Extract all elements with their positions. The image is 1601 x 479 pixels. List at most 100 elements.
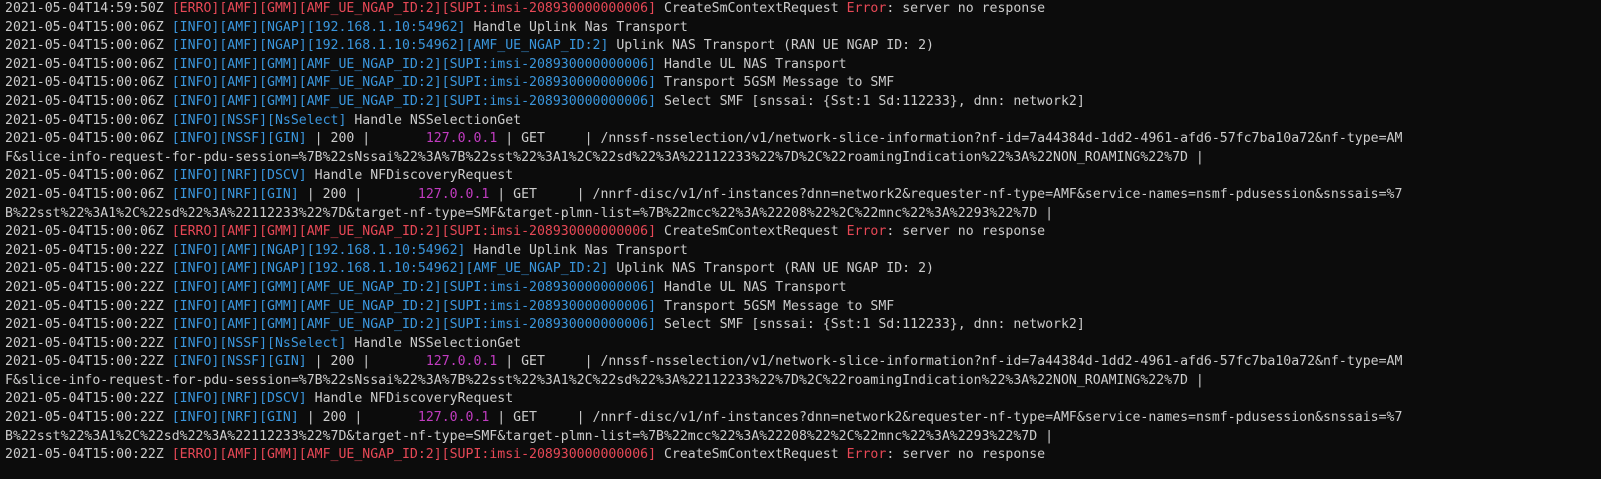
log-timestamp: 2021-05-04T15:00:22Z (5, 298, 172, 314)
log-line: 2021-05-04T15:00:06Z [INFO][AMF][GMM][AM… (5, 93, 1601, 112)
log-tag: [INFO][AMF][NGAP][192.168.1.10:54962] (171, 242, 466, 258)
log-ip-address: 127.0.0.1 (425, 354, 498, 370)
log-timestamp: 2021-05-04T15:00:22Z (5, 335, 172, 351)
log-line: 2021-05-04T15:00:22Z [INFO][NSSF][NsSele… (5, 335, 1601, 354)
log-message: | GET | /nnssf-nsselection/v1/network-sl… (497, 354, 1403, 370)
log-timestamp: 2021-05-04T15:00:06Z (5, 131, 172, 147)
log-timestamp: 2021-05-04T15:00:22Z (5, 447, 172, 463)
log-timestamp: 2021-05-04T15:00:06Z (5, 93, 172, 109)
log-message: Handle NSSelectionGet (346, 112, 522, 128)
log-message: B%22sst%22%3A1%2C%22sd%22%3A%22112233%22… (5, 428, 1054, 444)
log-timestamp: 2021-05-04T15:00:22Z (5, 391, 172, 407)
log-line: B%22sst%22%3A1%2C%22sd%22%3A%22112233%22… (5, 205, 1601, 224)
log-line: 2021-05-04T15:00:22Z [INFO][NRF][GIN] | … (5, 409, 1601, 428)
log-ip-address: 127.0.0.1 (425, 131, 498, 147)
log-message: B%22sst%22%3A1%2C%22sd%22%3A%22112233%22… (5, 205, 1054, 221)
terminal-output[interactable]: 2021-05-04T14:59:50Z [ERRO][AMF][GMM][AM… (0, 0, 1601, 479)
log-message: Handle NSSelectionGet (346, 335, 522, 351)
log-message: | GET | /nnssf-nsselection/v1/network-sl… (497, 131, 1403, 147)
log-line: 2021-05-04T15:00:06Z [INFO][NSSF][NsSele… (5, 112, 1601, 131)
log-timestamp: 2021-05-04T15:00:06Z (5, 75, 172, 91)
log-tag: [INFO][NRF][DSCV] (171, 168, 307, 184)
log-tag: [INFO][AMF][GMM][AMF_UE_NGAP_ID:2][SUPI:… (171, 75, 657, 91)
log-ip-address: 127.0.0.1 (417, 410, 490, 426)
log-tag: [INFO][AMF][GMM][AMF_UE_NGAP_ID:2][SUPI:… (171, 279, 657, 295)
log-timestamp: 2021-05-04T15:00:06Z (5, 19, 172, 35)
log-line: 2021-05-04T15:00:06Z [INFO][NSSF][GIN] |… (5, 130, 1601, 149)
log-message: Handle NFDiscoveryRequest (306, 391, 514, 407)
log-line: F&slice-info-request-for-pdu-session=%7B… (5, 149, 1601, 168)
log-line: 2021-05-04T15:00:22Z [ERRO][AMF][GMM][AM… (5, 446, 1601, 465)
log-tag: [INFO][NSSF][NsSelect] (171, 112, 347, 128)
log-timestamp: 2021-05-04T15:00:06Z (5, 168, 172, 184)
log-message: Handle UL NAS Transport (656, 56, 847, 72)
log-line: 2021-05-04T15:00:06Z [ERRO][AMF][GMM][AM… (5, 223, 1601, 242)
log-line: 2021-05-04T15:00:06Z [INFO][NRF][DSCV] H… (5, 167, 1601, 186)
log-message: | GET | /nnrf-disc/v1/nf-instances?dnn=n… (489, 410, 1403, 426)
log-tag: [INFO][NRF][GIN] (171, 186, 299, 202)
log-line: F&slice-info-request-for-pdu-session=%7B… (5, 372, 1601, 391)
log-message: CreateSmContextRequest (656, 224, 847, 240)
log-message: | 200 | (306, 354, 426, 370)
log-tag: [INFO][AMF][GMM][AMF_UE_NGAP_ID:2][SUPI:… (171, 93, 657, 109)
log-message: Uplink NAS Transport (RAN UE NGAP ID: 2) (608, 261, 934, 277)
log-timestamp: 2021-05-04T15:00:06Z (5, 112, 172, 128)
log-error: [ERRO][AMF][GMM][AMF_UE_NGAP_ID:2][SUPI:… (171, 447, 657, 463)
log-timestamp: 2021-05-04T15:00:22Z (5, 354, 172, 370)
log-ip-address: 127.0.0.1 (417, 186, 490, 202)
log-message: Handle Uplink Nas Transport (465, 19, 688, 35)
log-tag: [INFO][AMF][NGAP][192.168.1.10:54962] (171, 19, 466, 35)
log-line: 2021-05-04T15:00:06Z [INFO][AMF][GMM][AM… (5, 74, 1601, 93)
log-message: Transport 5GSM Message to SMF (656, 298, 895, 314)
log-message: Handle Uplink Nas Transport (465, 242, 688, 258)
log-line: B%22sst%22%3A1%2C%22sd%22%3A%22112233%22… (5, 428, 1601, 447)
log-error: [ERRO][AMF][GMM][AMF_UE_NGAP_ID:2][SUPI:… (171, 1, 657, 16)
log-line: 2021-05-04T14:59:50Z [ERRO][AMF][GMM][AM… (5, 0, 1601, 19)
log-line: 2021-05-04T15:00:22Z [INFO][AMF][NGAP][1… (5, 260, 1601, 279)
log-message: F&slice-info-request-for-pdu-session=%7B… (5, 149, 1204, 165)
log-timestamp: 2021-05-04T15:00:22Z (5, 317, 172, 333)
log-timestamp: 2021-05-04T15:00:06Z (5, 56, 172, 72)
log-line: 2021-05-04T15:00:22Z [INFO][AMF][GMM][AM… (5, 298, 1601, 317)
log-line: 2021-05-04T15:00:06Z [INFO][AMF][NGAP][1… (5, 37, 1601, 56)
log-tag: [INFO][AMF][NGAP][192.168.1.10:54962][AM… (171, 38, 609, 54)
log-timestamp: 2021-05-04T15:00:22Z (5, 279, 172, 295)
log-tag: [INFO][AMF][NGAP][192.168.1.10:54962][AM… (171, 261, 609, 277)
log-timestamp: 2021-05-04T15:00:06Z (5, 186, 172, 202)
log-tag: [INFO][NRF][DSCV] (171, 391, 307, 407)
log-error: Error (846, 224, 887, 240)
log-error: Error (846, 1, 887, 16)
log-line: 2021-05-04T15:00:06Z [INFO][NRF][GIN] | … (5, 186, 1601, 205)
log-error: [ERRO][AMF][GMM][AMF_UE_NGAP_ID:2][SUPI:… (171, 224, 657, 240)
log-message: | 200 | (306, 131, 426, 147)
log-message: : server no response (886, 224, 1046, 240)
log-message: | GET | /nnrf-disc/v1/nf-instances?dnn=n… (489, 186, 1403, 202)
log-line: 2021-05-04T15:00:22Z [INFO][NRF][DSCV] H… (5, 390, 1601, 409)
log-message: | 200 | (298, 186, 418, 202)
log-error: Error (846, 447, 887, 463)
log-message: Transport 5GSM Message to SMF (656, 75, 895, 91)
log-timestamp: 2021-05-04T15:00:06Z (5, 224, 172, 240)
log-message: CreateSmContextRequest (656, 447, 847, 463)
log-timestamp: 2021-05-04T15:00:22Z (5, 242, 172, 258)
log-tag: [INFO][NRF][GIN] (171, 410, 299, 426)
log-tag: [INFO][AMF][GMM][AMF_UE_NGAP_ID:2][SUPI:… (171, 56, 657, 72)
log-line: 2021-05-04T15:00:22Z [INFO][NSSF][GIN] |… (5, 353, 1601, 372)
log-timestamp: 2021-05-04T15:00:22Z (5, 261, 172, 277)
log-timestamp: 2021-05-04T15:00:22Z (5, 410, 172, 426)
log-line: 2021-05-04T15:00:22Z [INFO][AMF][GMM][AM… (5, 279, 1601, 298)
log-line: 2021-05-04T15:00:22Z [INFO][AMF][GMM][AM… (5, 316, 1601, 335)
log-message: Select SMF [snssai: {Sst:1 Sd:112233}, d… (656, 93, 1085, 109)
log-message: : server no response (886, 447, 1046, 463)
log-message: F&slice-info-request-for-pdu-session=%7B… (5, 372, 1204, 388)
log-message: Handle NFDiscoveryRequest (306, 168, 514, 184)
log-message: CreateSmContextRequest (656, 1, 847, 16)
log-line: 2021-05-04T15:00:06Z [INFO][AMF][GMM][AM… (5, 56, 1601, 75)
log-message: Select SMF [snssai: {Sst:1 Sd:112233}, d… (656, 317, 1085, 333)
log-tag: [INFO][NSSF][GIN] (171, 354, 307, 370)
log-tag: [INFO][NSSF][GIN] (171, 131, 307, 147)
log-tag: [INFO][NSSF][NsSelect] (171, 335, 347, 351)
log-tag: [INFO][AMF][GMM][AMF_UE_NGAP_ID:2][SUPI:… (171, 298, 657, 314)
log-message: Uplink NAS Transport (RAN UE NGAP ID: 2) (608, 38, 934, 54)
log-message: | 200 | (298, 410, 418, 426)
